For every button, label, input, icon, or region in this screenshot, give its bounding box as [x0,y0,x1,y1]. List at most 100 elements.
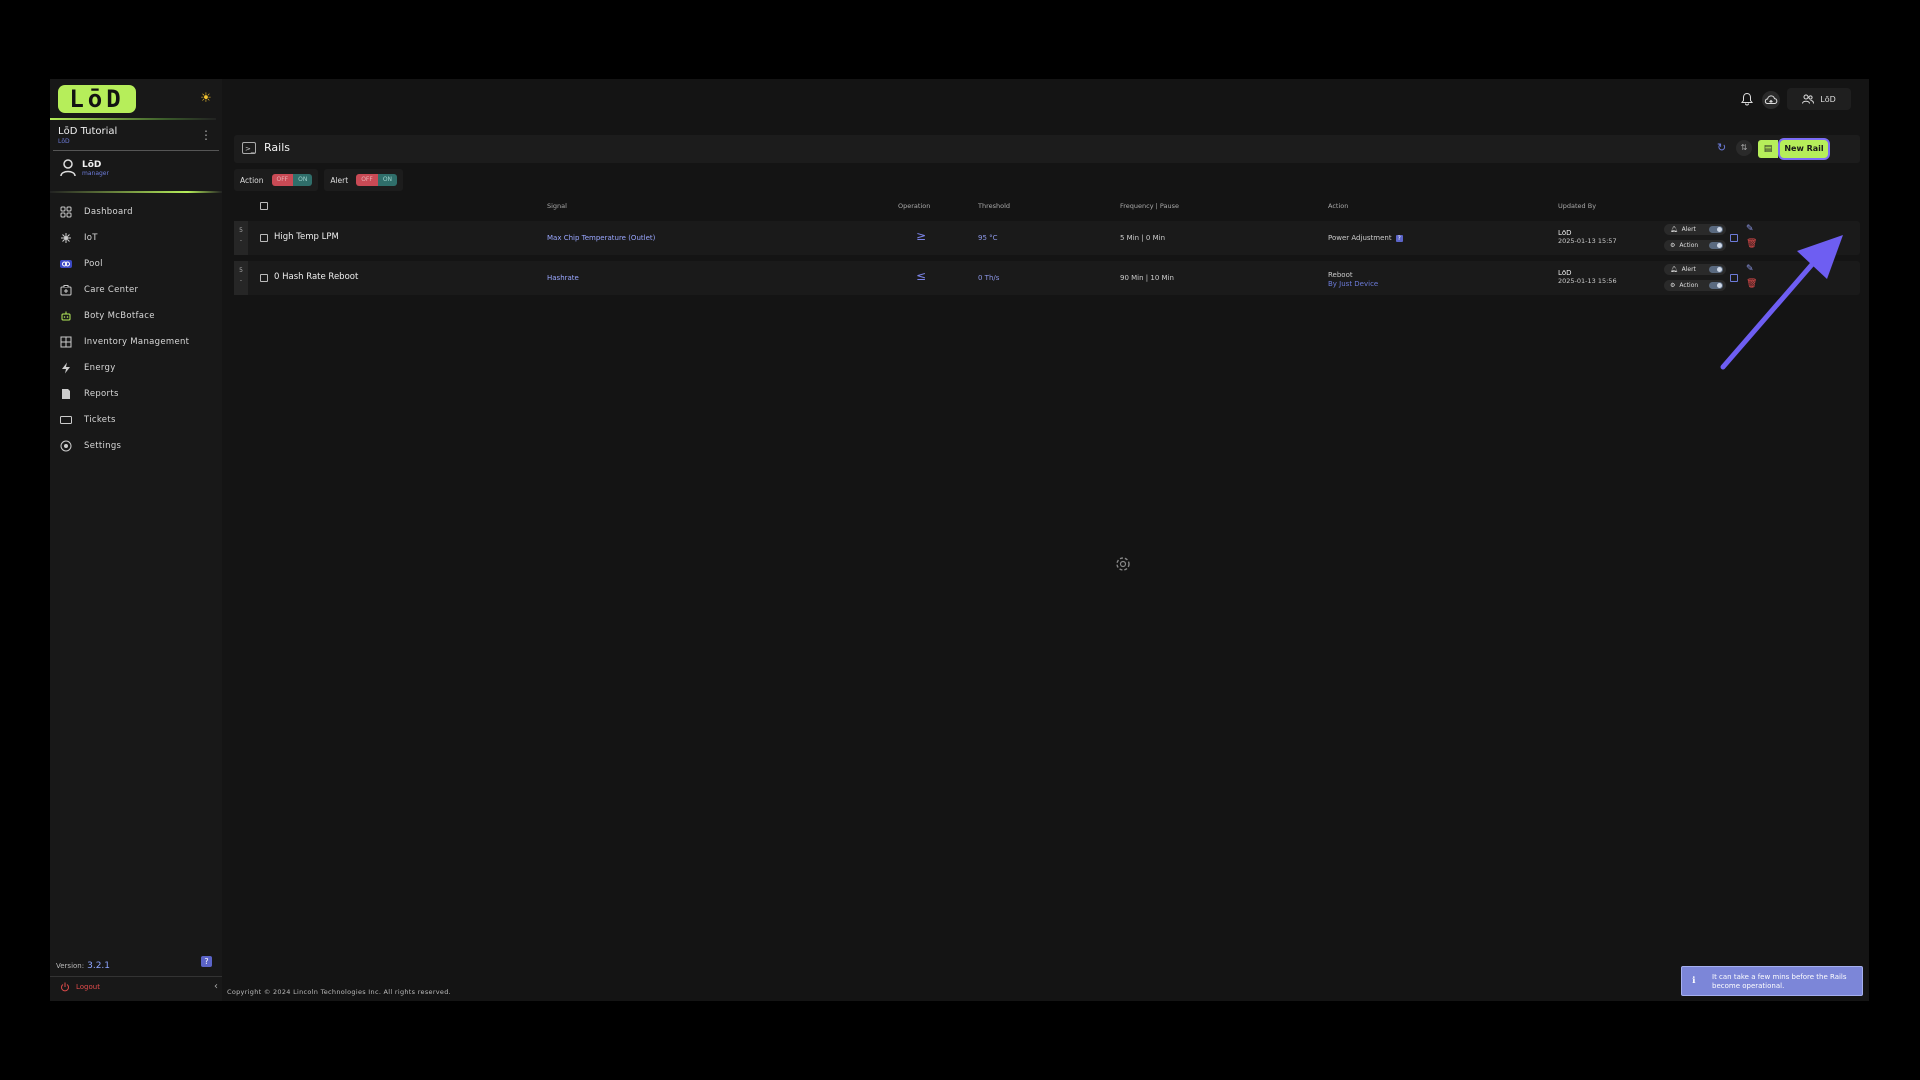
version-number: 3.2.1 [87,961,111,971]
reports-icon [62,389,70,399]
alert-on-option[interactable]: ON [377,174,398,186]
dashboard-icon [60,206,72,218]
rail-action: Reboot [1328,271,1353,279]
filter-label: Alert [330,175,349,185]
info-icon: ℹ [1692,976,1696,986]
row-checkbox[interactable] [260,234,268,242]
workspace-selector[interactable]: LōD Tutorial LōD [58,126,218,150]
power-icon [61,982,69,992]
rail-threshold: 95 °C [978,234,998,242]
updated-by-name: LōD [1558,229,1572,237]
cloud-upload-button[interactable] [1762,91,1780,109]
divider [50,118,216,120]
alert-toggle-label: Alert [1681,266,1696,273]
sidebar-item-bot[interactable]: Boty McBotface [50,303,222,329]
refresh-icon[interactable]: ↻ [1717,142,1729,154]
sort-button[interactable]: ⇅ [1736,140,1752,156]
kebab-menu-icon[interactable]: ⋮ [200,128,212,142]
rail-name: High Temp LPM [274,232,339,242]
sidebar-item-label: Settings [84,441,122,451]
rail-action: Power Adjustment? [1328,234,1403,242]
updated-by-name: LōD [1558,269,1572,277]
import-button[interactable]: ▤ [1758,140,1778,158]
tickets-icon [60,416,72,424]
action-on-option[interactable]: ON [293,174,313,186]
energy-icon [62,362,70,374]
page-title: Rails [264,141,290,154]
info-toast: ℹ It can take a few mins before the Rail… [1681,966,1863,996]
sidebar-item-label: IoT [84,233,98,243]
user-profile[interactable]: LōD manager [60,159,210,179]
rail-frequency: 5 Min | 0 Min [1120,234,1166,242]
column-frequency: Frequency | Pause [1120,202,1180,210]
alert-off-option[interactable]: OFF [356,174,378,186]
workspace-sub: LōD [58,138,70,145]
divider [50,191,222,193]
sidebar-item-tickets[interactable]: Tickets [50,407,222,433]
sidebar-item-care-center[interactable]: Care Center [50,277,222,303]
sidebar-item-energy[interactable]: Energy [50,355,222,381]
sun-icon[interactable]: ☀ [198,91,214,107]
action-info-badge[interactable]: ? [1395,235,1403,242]
table-row[interactable]: 5 - High Temp LPM Max Chip Temperature (… [234,221,1860,255]
priority-value: 5 [239,267,243,274]
collapse-sidebar-button[interactable]: ‹ [214,981,218,992]
users-icon [1802,94,1815,104]
pool-icon [60,260,72,268]
sidebar-item-label: Inventory Management [84,337,190,347]
table-row[interactable]: 5 - 0 Hash Rate Reboot Hashrate ≤ 0 Th/s… [234,261,1860,295]
alert-filter-toggle: OFF ON [356,174,398,186]
sidebar-item-inventory[interactable]: Inventory Management [50,329,222,355]
sidebar-item-pool[interactable]: Pool [50,251,222,277]
filter-bar: Action OFF ON Alert OFF ON [234,169,404,193]
copyright-text: Copyright © 2024 Lincoln Technologies In… [227,988,452,996]
care-center-icon [60,285,72,296]
rail-signal[interactable]: Hashrate [547,274,579,282]
column-updated-by: Updated By [1558,202,1597,210]
app-window: LōD ☀ LōD Tutorial LōD ⋮ LōD manager Das… [50,79,1869,1001]
priority-sub: - [239,237,243,244]
iot-icon [61,233,71,243]
row-checkbox[interactable] [260,274,268,282]
annotation-arrow-icon [1720,235,1843,370]
table-header: Signal Operation Threshold Frequency | P… [234,198,1860,214]
action-filter-toggle: OFF ON [271,174,313,186]
logout-button[interactable]: Logout [60,982,100,992]
sidebar-item-label: Reports [84,389,119,399]
divider [53,150,219,151]
logo[interactable]: LōD [58,85,136,113]
new-rail-button[interactable]: New Rail [1778,138,1830,160]
bell-icon[interactable] [1740,92,1754,106]
alert-toggle-label: Alert [1681,226,1696,233]
sidebar-item-label: Boty McBotface [84,311,155,321]
sidebar-item-iot[interactable]: IoT [50,225,222,251]
select-all-checkbox[interactable] [260,202,268,210]
sidebar-item-label: Tickets [84,415,116,425]
gear-icon: ⚙ [1670,282,1676,289]
sidebar-item-label: Pool [84,259,103,269]
action-off-option[interactable]: OFF [271,174,294,186]
sidebar-item-label: Dashboard [84,207,133,217]
sidebar-item-dashboard[interactable]: Dashboard [50,199,222,225]
sidebar-item-settings[interactable]: Settings [50,433,222,459]
bell-icon: 🔔︎ [1670,226,1678,233]
sidebar: LōD ☀ LōD Tutorial LōD ⋮ LōD manager Das… [50,79,222,1001]
toast-text: It can take a few mins before the Rails … [1712,973,1847,990]
rail-action-label: Power Adjustment [1328,234,1392,242]
alert-filter: Alert OFF ON [324,169,404,191]
user-name: LōD [82,160,102,170]
help-button[interactable]: ? [201,956,212,967]
user-menu-button[interactable]: LōD [1787,88,1851,110]
action-toggle-label: Action [1679,242,1699,249]
workspace-name: LōD Tutorial [58,126,118,137]
action-filter: Action OFF ON [234,169,319,191]
column-action: Action [1328,202,1349,210]
terminal-icon: >_ [242,142,256,154]
priority-sub: - [239,277,243,284]
rail-signal[interactable]: Max Chip Temperature (Outlet) [547,234,655,242]
updated-by-time: 2025-01-13 15:56 [1558,277,1617,285]
filter-label: Action [240,175,264,185]
row-priority: 5 - [234,221,248,255]
sidebar-item-reports[interactable]: Reports [50,381,222,407]
version-info: Version: 3.2.1 [56,961,110,971]
